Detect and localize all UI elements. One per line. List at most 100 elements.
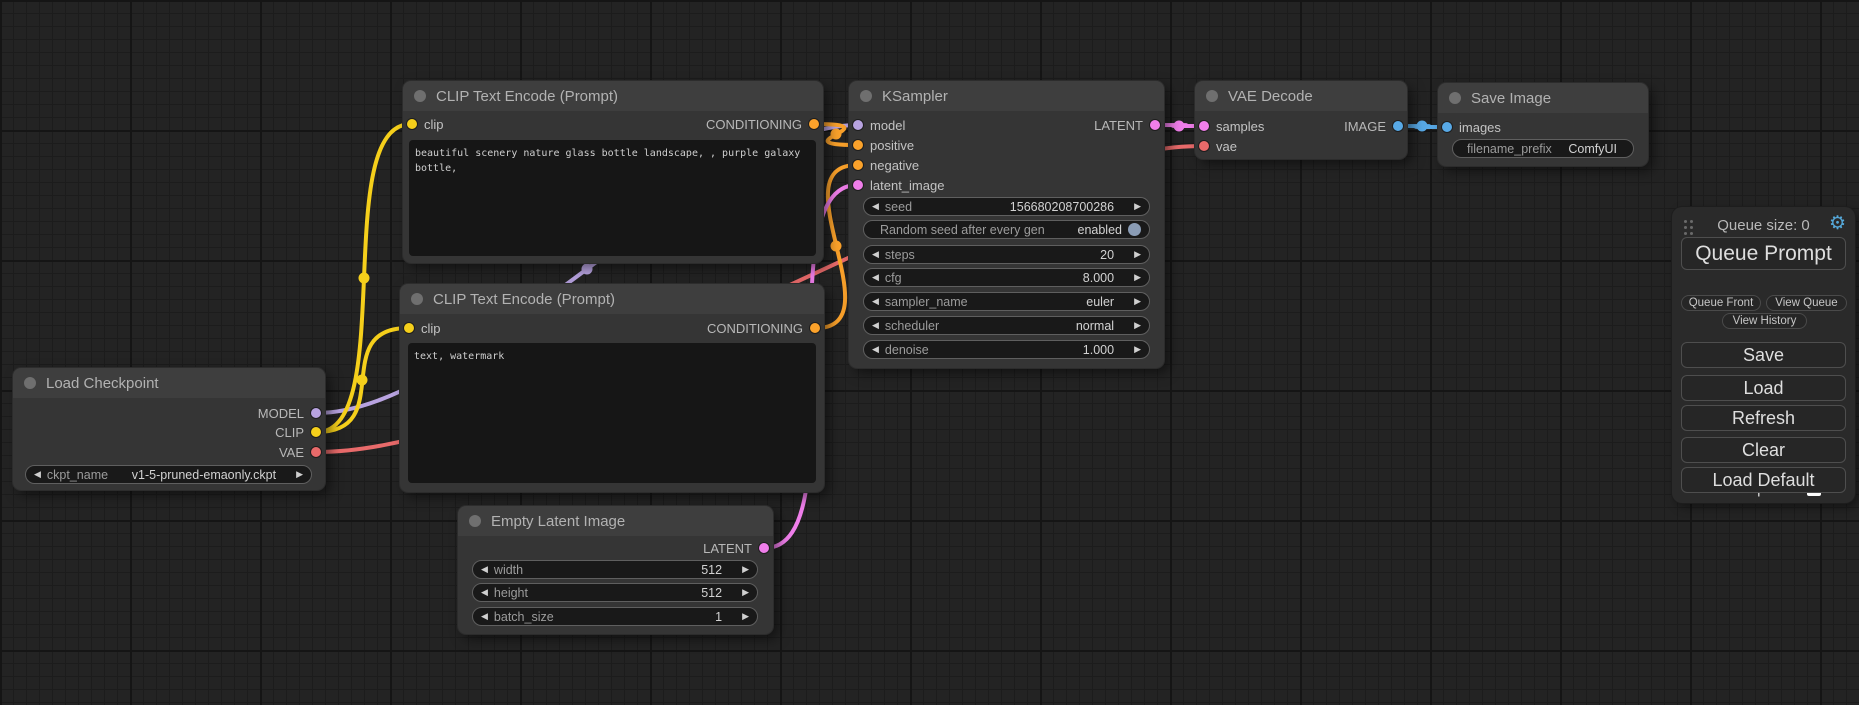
output-label: MODEL bbox=[258, 406, 304, 421]
increment-arrow-icon[interactable]: ▶ bbox=[742, 612, 749, 621]
queue-front-button[interactable]: Queue Front bbox=[1681, 295, 1761, 311]
input-vae: vae bbox=[1199, 137, 1237, 155]
conditioning-port[interactable] bbox=[853, 160, 863, 170]
collapse-dot-icon[interactable] bbox=[469, 515, 481, 527]
batch-size-widget[interactable]: ◀ batch_size 1 ▶ bbox=[472, 607, 758, 626]
widget-value: 20 bbox=[1100, 248, 1114, 262]
link-midpoint-dot bbox=[357, 375, 368, 386]
increment-arrow-icon[interactable]: ▶ bbox=[1134, 273, 1141, 282]
increment-arrow-icon[interactable]: ▶ bbox=[1134, 202, 1141, 211]
seed-widget[interactable]: ◀ seed 156680208700286 ▶ bbox=[863, 197, 1150, 216]
decrement-arrow-icon[interactable]: ◀ bbox=[481, 612, 488, 621]
node-title-bar[interactable]: VAE Decode bbox=[1195, 81, 1407, 111]
widget-value: ComfyUI bbox=[1568, 142, 1617, 156]
decrement-arrow-icon[interactable]: ◀ bbox=[872, 321, 879, 330]
increment-arrow-icon[interactable]: ▶ bbox=[296, 470, 303, 479]
latent-port[interactable] bbox=[759, 543, 769, 553]
prompt-textarea[interactable]: beautiful scenery nature glass bottle la… bbox=[409, 140, 816, 256]
collapse-dot-icon[interactable] bbox=[411, 293, 423, 305]
latent-port[interactable] bbox=[1150, 120, 1160, 130]
input-clip: clip bbox=[407, 115, 444, 133]
node-graph-canvas[interactable]: Load Checkpoint MODEL CLIP VAE ◀ ckpt_na… bbox=[0, 0, 1859, 705]
refresh-button[interactable]: Refresh bbox=[1681, 405, 1846, 431]
load-button[interactable]: Load bbox=[1681, 375, 1846, 401]
increment-arrow-icon[interactable]: ▶ bbox=[1134, 321, 1141, 330]
widget-label: denoise bbox=[885, 343, 929, 357]
clip-port[interactable] bbox=[404, 323, 414, 333]
width-widget[interactable]: ◀ width 512 ▶ bbox=[472, 560, 758, 579]
increment-arrow-icon[interactable]: ▶ bbox=[1134, 345, 1141, 354]
decrement-arrow-icon[interactable]: ◀ bbox=[872, 345, 879, 354]
decrement-arrow-icon[interactable]: ◀ bbox=[481, 588, 488, 597]
clip-port[interactable] bbox=[311, 427, 321, 437]
steps-widget[interactable]: ◀ steps 20 ▶ bbox=[863, 245, 1150, 264]
gear-icon[interactable]: ⚙ bbox=[1829, 214, 1846, 233]
vae-port[interactable] bbox=[1199, 141, 1209, 151]
conditioning-port[interactable] bbox=[809, 119, 819, 129]
view-queue-button[interactable]: View Queue bbox=[1766, 295, 1847, 311]
cfg-widget[interactable]: ◀ cfg 8.000 ▶ bbox=[863, 268, 1150, 287]
random-seed-toggle-widget[interactable]: Random seed after every gen enabled bbox=[863, 220, 1150, 239]
output-label: LATENT bbox=[703, 541, 752, 556]
conditioning-port[interactable] bbox=[853, 140, 863, 150]
image-port[interactable] bbox=[1393, 121, 1403, 131]
filename-prefix-widget[interactable]: filename_prefix ComfyUI bbox=[1452, 139, 1634, 158]
node-clip-text-encode-negative[interactable]: CLIP Text Encode (Prompt) clip CONDITION… bbox=[400, 284, 824, 492]
conditioning-port[interactable] bbox=[810, 323, 820, 333]
queue-size-label: Queue size: 0 bbox=[1672, 217, 1855, 234]
prompt-textarea[interactable]: text, watermark bbox=[408, 343, 816, 483]
increment-arrow-icon[interactable]: ▶ bbox=[1134, 250, 1141, 259]
node-title-bar[interactable]: Load Checkpoint bbox=[13, 368, 325, 398]
model-port[interactable] bbox=[853, 120, 863, 130]
image-port[interactable] bbox=[1442, 122, 1452, 132]
node-title-bar[interactable]: CLIP Text Encode (Prompt) bbox=[400, 284, 824, 314]
node-title-bar[interactable]: Empty Latent Image bbox=[458, 506, 773, 536]
decrement-arrow-icon[interactable]: ◀ bbox=[34, 470, 41, 479]
toggle-icon[interactable] bbox=[1128, 223, 1141, 236]
widget-value: 512 bbox=[701, 586, 722, 600]
clip-port[interactable] bbox=[407, 119, 417, 129]
view-history-button[interactable]: View History bbox=[1722, 313, 1807, 329]
decrement-arrow-icon[interactable]: ◀ bbox=[481, 565, 488, 574]
collapse-dot-icon[interactable] bbox=[1206, 90, 1218, 102]
increment-arrow-icon[interactable]: ▶ bbox=[1134, 297, 1141, 306]
output-label: VAE bbox=[279, 445, 304, 460]
decrement-arrow-icon[interactable]: ◀ bbox=[872, 273, 879, 282]
model-port[interactable] bbox=[311, 408, 321, 418]
node-load-checkpoint[interactable]: Load Checkpoint MODEL CLIP VAE ◀ ckpt_na… bbox=[13, 368, 325, 490]
node-title-bar[interactable]: Save Image bbox=[1438, 83, 1648, 113]
queue-prompt-button[interactable]: Queue Prompt bbox=[1681, 237, 1846, 270]
node-title: KSampler bbox=[882, 88, 948, 105]
node-clip-text-encode-positive[interactable]: CLIP Text Encode (Prompt) clip CONDITION… bbox=[403, 81, 823, 263]
decrement-arrow-icon[interactable]: ◀ bbox=[872, 202, 879, 211]
sampler-name-widget[interactable]: ◀ sampler_name euler ▶ bbox=[863, 292, 1150, 311]
node-ksampler[interactable]: KSampler model positive negative latent_… bbox=[849, 81, 1164, 368]
scheduler-widget[interactable]: ◀ scheduler normal ▶ bbox=[863, 316, 1150, 335]
denoise-widget[interactable]: ◀ denoise 1.000 ▶ bbox=[863, 340, 1150, 359]
increment-arrow-icon[interactable]: ▶ bbox=[742, 588, 749, 597]
latent-port[interactable] bbox=[1199, 121, 1209, 131]
vae-port[interactable] bbox=[311, 447, 321, 457]
collapse-dot-icon[interactable] bbox=[24, 377, 36, 389]
collapse-dot-icon[interactable] bbox=[1449, 92, 1461, 104]
node-save-image[interactable]: Save Image images filename_prefix ComfyU… bbox=[1438, 83, 1648, 166]
collapse-dot-icon[interactable] bbox=[414, 90, 426, 102]
load-default-button[interactable]: Load Default bbox=[1681, 467, 1846, 493]
node-empty-latent-image[interactable]: Empty Latent Image LATENT ◀ width 512 ▶ … bbox=[458, 506, 773, 634]
widget-value: 1.000 bbox=[1083, 343, 1114, 357]
height-widget[interactable]: ◀ height 512 ▶ bbox=[472, 583, 758, 602]
decrement-arrow-icon[interactable]: ◀ bbox=[872, 297, 879, 306]
output-conditioning: CONDITIONING bbox=[707, 319, 820, 337]
node-vae-decode[interactable]: VAE Decode samples vae IMAGE bbox=[1195, 81, 1407, 159]
latent-port[interactable] bbox=[853, 180, 863, 190]
save-button[interactable]: Save bbox=[1681, 342, 1846, 368]
decrement-arrow-icon[interactable]: ◀ bbox=[872, 250, 879, 259]
node-title-bar[interactable]: KSampler bbox=[849, 81, 1164, 111]
collapse-dot-icon[interactable] bbox=[860, 90, 872, 102]
input-images: images bbox=[1442, 118, 1501, 136]
ckpt-name-widget[interactable]: ◀ ckpt_name v1-5-pruned-emaonly.ckpt ▶ bbox=[25, 465, 312, 484]
clear-button[interactable]: Clear bbox=[1681, 437, 1846, 463]
node-title: CLIP Text Encode (Prompt) bbox=[436, 88, 618, 105]
increment-arrow-icon[interactable]: ▶ bbox=[742, 565, 749, 574]
node-title-bar[interactable]: CLIP Text Encode (Prompt) bbox=[403, 81, 823, 111]
